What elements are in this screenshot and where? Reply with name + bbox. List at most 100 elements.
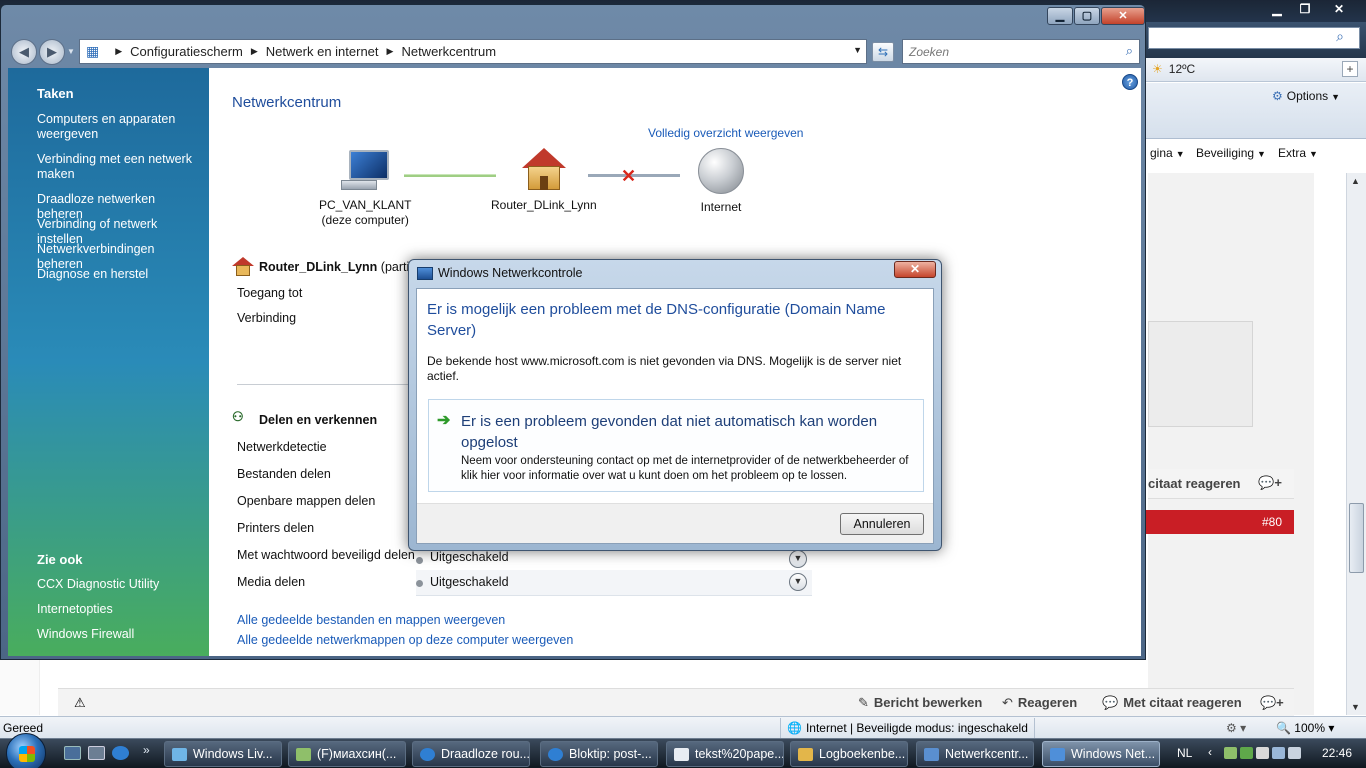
minimize-icon[interactable]: ▁	[1047, 7, 1073, 25]
taskbar-button-ie-router[interactable]: Draadloze rou...	[412, 741, 530, 767]
dialog-close-button[interactable]: ✕	[894, 261, 936, 278]
tray-network-icon[interactable]	[1272, 747, 1285, 759]
reply-with-quote-label: citaat reageren	[1148, 476, 1241, 491]
search-input[interactable]: Zoeken ⌕	[902, 39, 1140, 64]
pencil-icon: ✎	[858, 695, 869, 710]
ie-window-controls: ▁ ❐ ✕	[1264, 1, 1358, 17]
tray-app-icon[interactable]	[1224, 747, 1237, 759]
options-button[interactable]: ⚙ Options ▼	[1272, 89, 1340, 103]
page-menu-button[interactable]: gina ▼	[1150, 146, 1185, 160]
protected-mode-icon[interactable]: ⚙ ▾	[1226, 721, 1246, 735]
tray-expand-icon[interactable]: ‹	[1208, 745, 1212, 759]
language-indicator[interactable]: NL	[1177, 746, 1192, 760]
map-node-router[interactable]: Router_DLink_Lynn	[491, 148, 597, 213]
maximize-icon[interactable]: ▢	[1074, 7, 1100, 25]
restore-icon[interactable]: ❐	[1292, 1, 1318, 17]
computer-icon	[341, 150, 390, 194]
taskbar-button-network-diagnostics[interactable]: Windows Net...	[1042, 741, 1160, 767]
tray-battery-icon[interactable]	[1256, 747, 1269, 759]
show-desktop-icon[interactable]	[64, 746, 81, 760]
sidebar-item-view-computers[interactable]: Computers en apparaten weergeven	[37, 112, 202, 142]
breadcrumb-network-internet[interactable]: Netwerk en internet	[266, 44, 379, 59]
network-diagnostics-dialog: Windows Netwerkcontrole ✕ Er is mogelijk…	[408, 259, 942, 551]
multi-quote-button[interactable]: 💬+	[1260, 695, 1284, 711]
history-dropdown-icon[interactable]: ▼	[67, 47, 75, 56]
taskbar-button-ie-bloktip[interactable]: Bloktip: post-...	[540, 741, 658, 767]
breadcrumb-separator-icon[interactable]: ▶	[251, 46, 258, 57]
reply-with-quote-link-top[interactable]: citaat reageren 💬+	[1148, 469, 1294, 499]
extra-menu-button[interactable]: Extra ▼	[1278, 146, 1318, 160]
forward-button[interactable]: ▶	[39, 39, 65, 65]
quick-launch-more-icon[interactable]: »	[143, 743, 150, 757]
taskbar-button-event-log[interactable]: Logboekenbe...	[790, 741, 908, 767]
edit-post-button[interactable]: ✎ Bericht bewerken	[858, 695, 982, 711]
ie-vertical-scrollbar[interactable]: ▲ ▼	[1346, 173, 1366, 715]
windows-logo-icon	[19, 746, 35, 762]
link-shared-network-folders[interactable]: Alle gedeelde netwerkmappen op deze comp…	[237, 633, 573, 647]
expand-password-icon[interactable]: ▼	[789, 550, 807, 568]
close-icon[interactable]: ✕	[1101, 7, 1145, 25]
minimize-icon[interactable]: ▁	[1264, 1, 1290, 17]
taskbar-button-messenger[interactable]: (F)миахсин(...	[288, 741, 406, 767]
start-button[interactable]	[6, 733, 46, 768]
green-arrow-icon: ➔	[437, 412, 451, 429]
cancel-button[interactable]: Annuleren	[840, 513, 924, 535]
breadcrumb-control-panel[interactable]: Configuratiescherm	[130, 44, 243, 59]
sidebar-item-diagnose-repair[interactable]: Diagnose en herstel	[37, 267, 202, 282]
sharing-row-password: Met wachtwoord beveiligd delen	[237, 548, 415, 562]
breadcrumb-separator-icon[interactable]: ▶	[387, 46, 394, 57]
scrollbar-thumb[interactable]	[1349, 503, 1364, 573]
reply-with-quote-button[interactable]: 💬 Met citaat reageren	[1102, 695, 1242, 711]
address-dropdown-icon[interactable]: ▼	[853, 45, 862, 55]
sidebar-item-ccx[interactable]: CCX Diagnostic Utility	[37, 577, 202, 592]
security-menu-button[interactable]: Beveiliging ▼	[1196, 146, 1266, 160]
tray-wireless-icon[interactable]	[1240, 747, 1253, 759]
map-node-internet[interactable]: Internet	[698, 148, 744, 215]
reply-label: Reageren	[1017, 695, 1078, 710]
new-tab-button[interactable]: +	[1342, 61, 1358, 77]
dialog-heading: Er is mogelijk een probleem met de DNS-c…	[427, 301, 886, 339]
weather-widget[interactable]: ☀ 12ºC	[1152, 62, 1195, 76]
help-icon[interactable]: ?	[1122, 74, 1138, 90]
breadcrumb-separator-icon[interactable]: ▶	[115, 46, 122, 57]
internet-explorer-icon[interactable]	[112, 746, 129, 760]
expand-media-icon[interactable]: ▼	[789, 573, 807, 591]
warning-icon[interactable]: ⚠	[74, 695, 86, 711]
chevron-down-icon: ▼	[1309, 149, 1318, 159]
refresh-button[interactable]: ⇆	[872, 42, 894, 62]
taskbar-button-windows-live[interactable]: Windows Liv...	[164, 741, 282, 767]
comment-plus-icon[interactable]: 💬+	[1258, 475, 1282, 491]
map-node-computer[interactable]: PC_VAN_KLANT (deze computer)	[319, 150, 411, 228]
reply-button[interactable]: ↶ Reageren	[1002, 695, 1077, 711]
post-number[interactable]: #80	[1262, 515, 1282, 529]
search-icon[interactable]: ⌕	[1126, 43, 1133, 59]
full-map-link[interactable]: Volledig overzicht weergeven	[648, 126, 803, 140]
close-icon[interactable]: ✕	[1320, 1, 1358, 17]
problem-option[interactable]: ➔ Er is een probleem gevonden dat niet a…	[428, 399, 924, 492]
arrow-left-icon: ◀	[19, 44, 29, 59]
taskbar-button-network-center[interactable]: Netwerkcentr...	[916, 741, 1034, 767]
security-zone[interactable]: 🌐 Internet | Beveiligde modus: ingeschake…	[780, 718, 1035, 738]
scroll-down-icon[interactable]: ▼	[1351, 702, 1360, 712]
chevron-down-icon: ▼	[1175, 149, 1185, 159]
messenger-icon	[296, 748, 311, 761]
search-icon[interactable]: ⌕	[1336, 28, 1344, 45]
sidebar-item-firewall[interactable]: Windows Firewall	[37, 627, 202, 642]
scroll-up-icon[interactable]: ▲	[1351, 176, 1360, 186]
taskbar-button-document[interactable]: tekst%20pape...	[666, 741, 784, 767]
tray-volume-icon[interactable]	[1288, 747, 1301, 759]
sharing-heading: Delen en verkennen	[259, 413, 378, 427]
network-center-icon	[924, 748, 939, 761]
link-shared-files[interactable]: Alle gedeelde bestanden en mappen weerge…	[237, 613, 505, 627]
zoom-control[interactable]: 🔍 100% ▾	[1276, 721, 1334, 735]
clock[interactable]: 22:46	[1322, 746, 1352, 760]
switch-windows-icon[interactable]	[88, 746, 105, 760]
access-label: Toegang tot	[237, 286, 303, 300]
back-button[interactable]: ◀	[11, 39, 37, 65]
sidebar-item-connect-network[interactable]: Verbinding met een netwerk maken	[37, 152, 202, 182]
breadcrumb-network-center[interactable]: Netwerkcentrum	[401, 44, 496, 59]
ie-search-field[interactable]	[1148, 27, 1360, 49]
address-bar[interactable]: ▦ ▶ Configuratiescherm ▶ Netwerk en inte…	[79, 39, 867, 64]
sidebar-item-internet-options[interactable]: Internetopties	[37, 602, 202, 617]
edit-post-label: Bericht bewerken	[873, 695, 983, 710]
